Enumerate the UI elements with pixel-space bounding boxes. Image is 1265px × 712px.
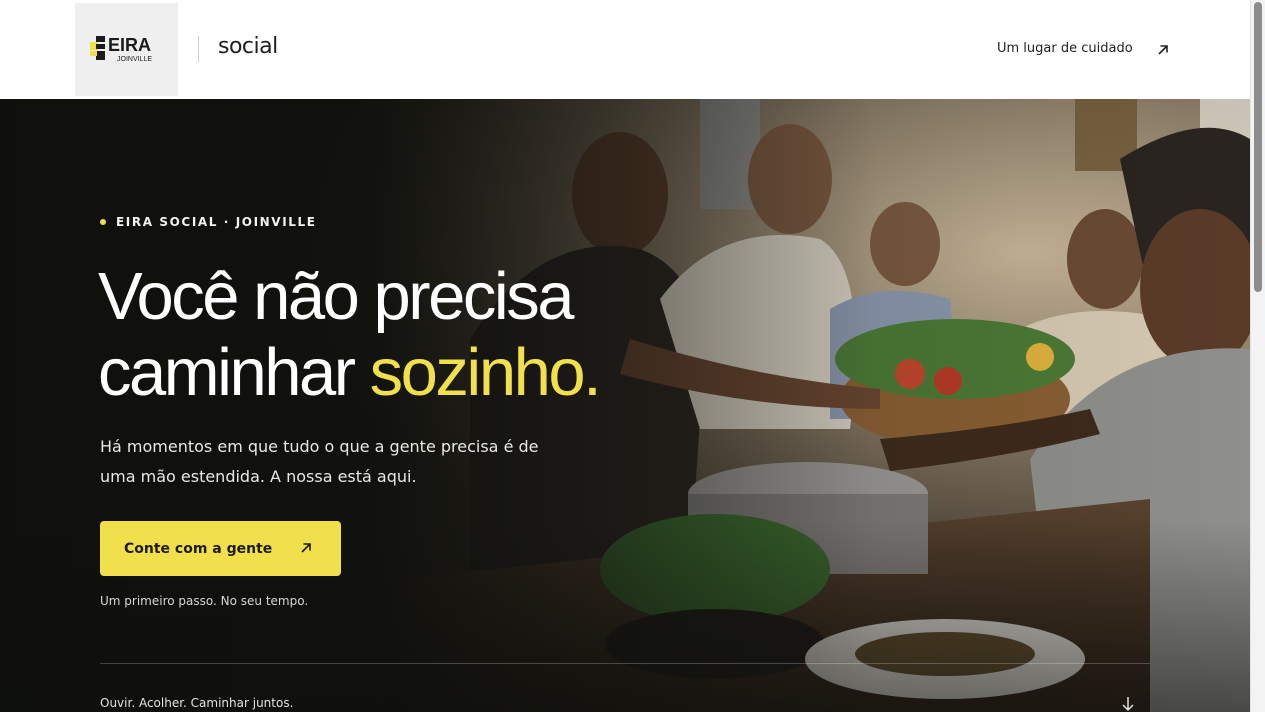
svg-text:JOINVILLE: JOINVILLE xyxy=(117,56,152,63)
headline-line-2: caminhar xyxy=(98,335,370,410)
logo-container[interactable]: EIRA JOINVILLE xyxy=(75,3,178,96)
eira-logo: EIRA JOINVILLE xyxy=(90,35,152,63)
cta-label: Conte com a gente xyxy=(124,540,273,557)
eyebrow-text: EIRA SOCIAL · JOINVILLE xyxy=(116,215,317,229)
brand-suffix: social xyxy=(218,34,278,59)
arrow-up-right-icon[interactable] xyxy=(1156,43,1170,57)
care-place-link[interactable]: Um lugar de cuidado xyxy=(997,41,1133,56)
care-place-link-label: Um lugar de cuidado xyxy=(997,41,1133,56)
page-scrollbar[interactable] xyxy=(1250,0,1265,712)
scrollbar-thumb[interactable] xyxy=(1254,2,1262,292)
arrow-down-icon[interactable] xyxy=(1120,696,1136,712)
arrow-up-right-icon xyxy=(301,543,311,553)
hero-eyebrow: EIRA SOCIAL · JOINVILLE xyxy=(100,215,317,229)
cta-note: Um primeiro passo. No seu tempo. xyxy=(100,594,309,608)
headline-accent: sozinho. xyxy=(369,335,602,410)
hero-tagline: Ouvir. Acolher. Caminhar juntos. xyxy=(100,696,294,710)
site-header: EIRA JOINVILLE social Um lugar de cuidad… xyxy=(0,0,1250,99)
logo-divider xyxy=(198,36,199,62)
hero-section: EIRA SOCIAL · JOINVILLE Você não precisa… xyxy=(0,99,1250,712)
eyebrow-dot-icon xyxy=(100,219,106,225)
hero-headline: Você não precisa caminhar sozinho. xyxy=(98,259,738,411)
contact-cta-button[interactable]: Conte com a gente xyxy=(100,521,341,576)
hero-lead: Há momentos em que tudo o que a gente pr… xyxy=(100,437,539,486)
svg-text:EIRA: EIRA xyxy=(108,35,151,55)
headline-line-1: Você não precisa xyxy=(98,259,575,334)
hero-divider xyxy=(100,663,1150,664)
